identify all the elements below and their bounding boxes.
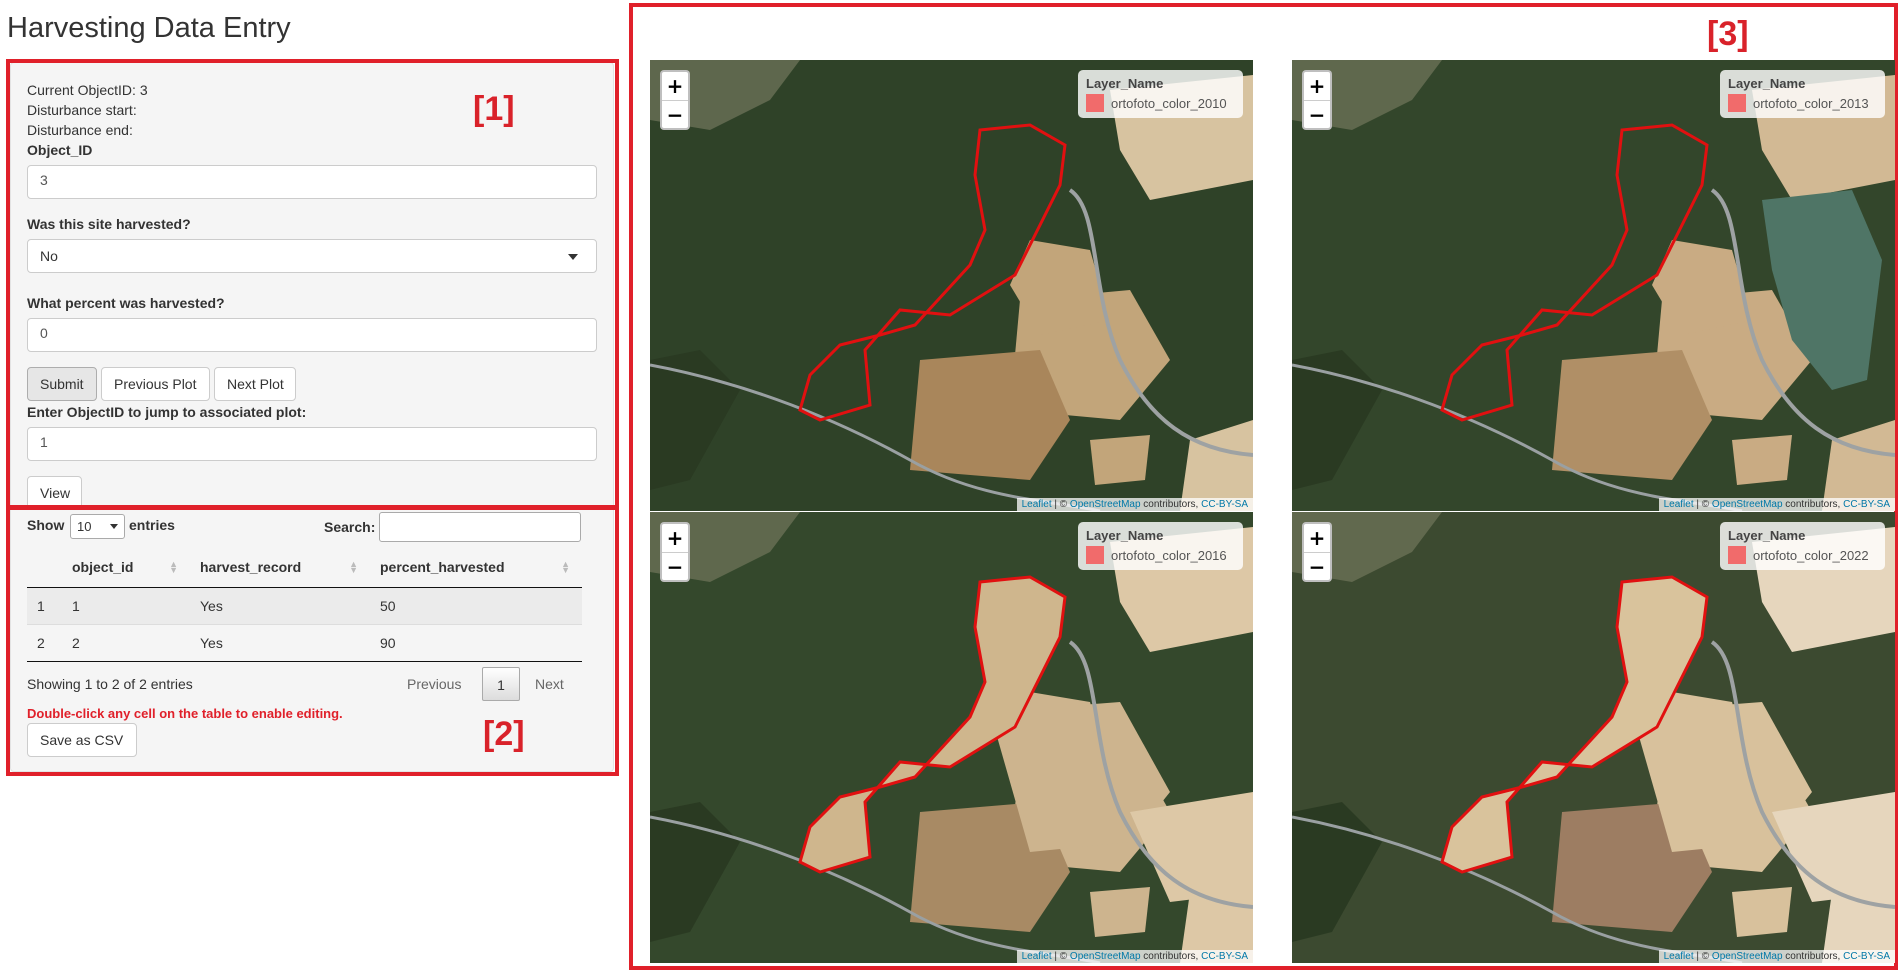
- license-link[interactable]: CC-BY-SA: [1843, 951, 1890, 962]
- map-attribution: Leaflet | © OpenStreetMap contributors, …: [1658, 498, 1895, 511]
- satellite-imagery: [650, 512, 1253, 963]
- leaflet-link[interactable]: Leaflet: [1022, 499, 1052, 510]
- legend-title: Layer_Name: [1086, 76, 1164, 91]
- satellite-imagery: [1292, 60, 1895, 511]
- map-panel-2[interactable]: + − Layer_Name ortofoto_color_2013 Leafl…: [1292, 60, 1895, 511]
- zoom-control[interactable]: + −: [660, 522, 690, 582]
- legend-row: ortofoto_color_2013: [1728, 94, 1877, 112]
- legend-layer-name: ortofoto_color_2010: [1111, 95, 1227, 111]
- map-legend: Layer_Name ortofoto_color_2013: [1720, 70, 1885, 118]
- zoom-out-button[interactable]: −: [662, 100, 688, 128]
- map-panel-3[interactable]: + − Layer_Name ortofoto_color_2016 Leafl…: [650, 512, 1253, 963]
- map-attribution: Leaflet | © OpenStreetMap contributors, …: [1016, 950, 1253, 963]
- zoom-in-button[interactable]: +: [1304, 72, 1330, 100]
- annotation-label-2: [2]: [483, 715, 525, 753]
- map-legend: Layer_Name ortofoto_color_2016: [1078, 522, 1243, 570]
- satellite-imagery: [650, 60, 1253, 511]
- leaflet-link[interactable]: Leaflet: [1022, 951, 1052, 962]
- license-link[interactable]: CC-BY-SA: [1201, 499, 1248, 510]
- osm-link[interactable]: OpenStreetMap: [1712, 499, 1783, 510]
- attribution-contrib: contributors,: [1140, 951, 1202, 962]
- zoom-in-button[interactable]: +: [662, 524, 688, 552]
- osm-link[interactable]: OpenStreetMap: [1070, 951, 1141, 962]
- map-panel-4[interactable]: + − Layer_Name ortofoto_color_2022 Leafl…: [1292, 512, 1895, 963]
- attribution-contrib: contributors,: [1782, 951, 1844, 962]
- legend-title: Layer_Name: [1728, 76, 1806, 91]
- legend-layer-name: ortofoto_color_2022: [1753, 547, 1869, 563]
- satellite-imagery: [1292, 512, 1895, 963]
- attribution-sep: | ©: [1051, 951, 1070, 962]
- legend-swatch: [1086, 94, 1104, 112]
- attribution-contrib: contributors,: [1140, 499, 1202, 510]
- legend-row: ortofoto_color_2010: [1086, 94, 1235, 112]
- legend-title: Layer_Name: [1728, 528, 1806, 543]
- map-panel-1[interactable]: + − Layer_Name ortofoto_color_2010 Leafl…: [650, 60, 1253, 511]
- legend-row: ortofoto_color_2022: [1728, 546, 1877, 564]
- osm-link[interactable]: OpenStreetMap: [1070, 499, 1141, 510]
- zoom-out-button[interactable]: −: [662, 552, 688, 580]
- legend-row: ortofoto_color_2016: [1086, 546, 1235, 564]
- annotation-box-2: [6, 506, 619, 776]
- zoom-control[interactable]: + −: [1302, 522, 1332, 582]
- osm-link[interactable]: OpenStreetMap: [1712, 951, 1783, 962]
- legend-swatch: [1086, 546, 1104, 564]
- zoom-in-button[interactable]: +: [662, 72, 688, 100]
- legend-layer-name: ortofoto_color_2013: [1753, 95, 1869, 111]
- legend-layer-name: ortofoto_color_2016: [1111, 547, 1227, 563]
- license-link[interactable]: CC-BY-SA: [1843, 499, 1890, 510]
- legend-swatch: [1728, 546, 1746, 564]
- zoom-out-button[interactable]: −: [1304, 552, 1330, 580]
- attribution-sep: | ©: [1051, 499, 1070, 510]
- annotation-label-1: [1]: [473, 90, 515, 128]
- annotation-box-1: [6, 59, 619, 509]
- page-title: Harvesting Data Entry: [7, 12, 291, 44]
- legend-title: Layer_Name: [1086, 528, 1164, 543]
- map-attribution: Leaflet | © OpenStreetMap contributors, …: [1658, 950, 1895, 963]
- map-legend: Layer_Name ortofoto_color_2022: [1720, 522, 1885, 570]
- attribution-contrib: contributors,: [1782, 499, 1844, 510]
- leaflet-link[interactable]: Leaflet: [1664, 499, 1694, 510]
- attribution-sep: | ©: [1693, 951, 1712, 962]
- zoom-control[interactable]: + −: [660, 70, 690, 130]
- zoom-control[interactable]: + −: [1302, 70, 1332, 130]
- map-legend: Layer_Name ortofoto_color_2010: [1078, 70, 1243, 118]
- leaflet-link[interactable]: Leaflet: [1664, 951, 1694, 962]
- attribution-sep: | ©: [1693, 499, 1712, 510]
- legend-swatch: [1728, 94, 1746, 112]
- zoom-out-button[interactable]: −: [1304, 100, 1330, 128]
- license-link[interactable]: CC-BY-SA: [1201, 951, 1248, 962]
- map-attribution: Leaflet | © OpenStreetMap contributors, …: [1016, 498, 1253, 511]
- zoom-in-button[interactable]: +: [1304, 524, 1330, 552]
- annotation-label-3: [3]: [1707, 15, 1749, 53]
